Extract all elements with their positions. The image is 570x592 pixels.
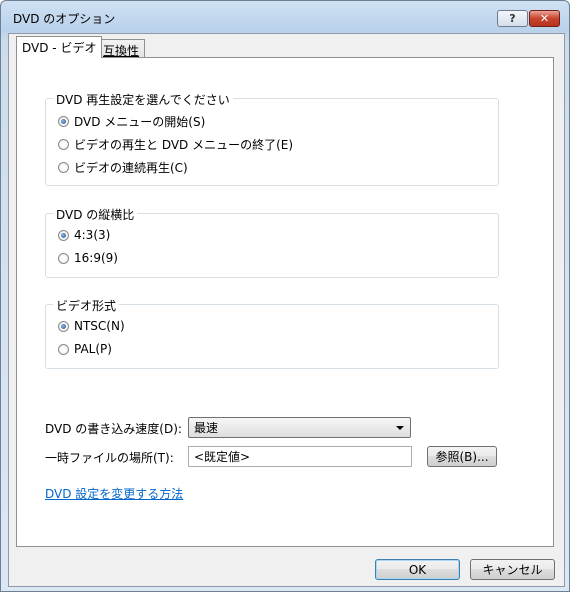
group-label: ビデオ形式: [53, 297, 120, 314]
radio-label: PAL(P): [74, 342, 112, 356]
group-label: DVD 再生設定を選んでください: [53, 91, 233, 108]
radio-button[interactable]: [58, 252, 69, 264]
help-button[interactable]: ?: [497, 10, 528, 27]
temp-location-value: <既定値>: [194, 450, 251, 464]
chevron-down-icon: [396, 426, 404, 430]
tab-label: 互換性: [103, 44, 140, 58]
radio-button[interactable]: [58, 139, 69, 150]
window-title: DVD のオプション: [13, 12, 116, 26]
radio-button[interactable]: [58, 116, 69, 127]
radio-label: 16:9(9): [74, 251, 118, 265]
cancel-button[interactable]: キャンセル: [470, 559, 555, 580]
dialog-client-area: DVD - ビデオ 互換性 DVD 再生設定を選んでください DVD メニューの…: [8, 33, 565, 587]
radio-label: ビデオの再生と DVD メニューの終了(E): [74, 138, 294, 152]
radio-label: 4:3(3): [74, 228, 111, 242]
radio-aspect-16-9[interactable]: 16:9(9): [58, 251, 118, 265]
burn-speed-dropdown[interactable]: 最速: [188, 417, 411, 438]
tab-dvd-video[interactable]: DVD - ビデオ: [16, 36, 103, 58]
close-icon: ✕: [539, 12, 550, 25]
radio-label: ビデオの連続再生(C): [74, 161, 188, 175]
group-label: DVD の縦横比: [53, 206, 138, 223]
radio-button[interactable]: [58, 343, 69, 355]
browse-button[interactable]: 参照(B)...: [427, 446, 497, 467]
radio-pal[interactable]: PAL(P): [58, 342, 112, 356]
help-link[interactable]: DVD 設定を変更する方法: [45, 485, 183, 502]
radio-start-dvd-menu[interactable]: DVD メニューの開始(S): [58, 113, 205, 130]
temp-location-label: 一時ファイルの場所(T):: [45, 451, 174, 465]
browse-button-label: 参照(B)...: [435, 450, 489, 464]
dialog-window: DVD のオプション ? ✕ DVD - ビデオ 互換性 DVD 再生設定を選ん…: [0, 0, 570, 592]
cancel-button-label: キャンセル: [482, 563, 543, 577]
radio-label: DVD メニューの開始(S): [74, 115, 206, 129]
playback-settings-group: DVD 再生設定を選んでください DVD メニューの開始(S) ビデオの再生と …: [45, 91, 499, 186]
tab-panel: DVD 再生設定を選んでください DVD メニューの開始(S) ビデオの再生と …: [16, 57, 554, 547]
ok-button-label: OK: [408, 562, 427, 577]
radio-label: NTSC(N): [74, 319, 125, 333]
radio-play-video-end-menu[interactable]: ビデオの再生と DVD メニューの終了(E): [58, 136, 293, 153]
burn-speed-value: 最速: [194, 421, 219, 435]
title-bar[interactable]: DVD のオプション ? ✕: [1, 1, 569, 33]
video-format-group: ビデオ形式 NTSC(N) PAL(P): [45, 297, 499, 369]
radio-aspect-4-3[interactable]: 4:3(3): [58, 228, 110, 242]
temp-location-field[interactable]: <既定値>: [188, 446, 412, 467]
radio-button[interactable]: [58, 162, 69, 173]
radio-button[interactable]: [58, 320, 69, 332]
radio-ntsc[interactable]: NTSC(N): [58, 319, 125, 333]
tab-compatibility[interactable]: 互換性: [97, 39, 146, 58]
aspect-ratio-group: DVD の縦横比 4:3(3) 16:9(9): [45, 206, 499, 278]
burn-speed-label: DVD の書き込み速度(D):: [45, 422, 182, 436]
radio-button[interactable]: [58, 229, 69, 241]
help-icon: ?: [509, 12, 516, 25]
radio-continuous-play[interactable]: ビデオの連続再生(C): [58, 159, 188, 176]
tab-label: DVD - ビデオ: [22, 41, 97, 55]
ok-button[interactable]: OK: [375, 559, 460, 580]
close-button[interactable]: ✕: [529, 10, 560, 27]
